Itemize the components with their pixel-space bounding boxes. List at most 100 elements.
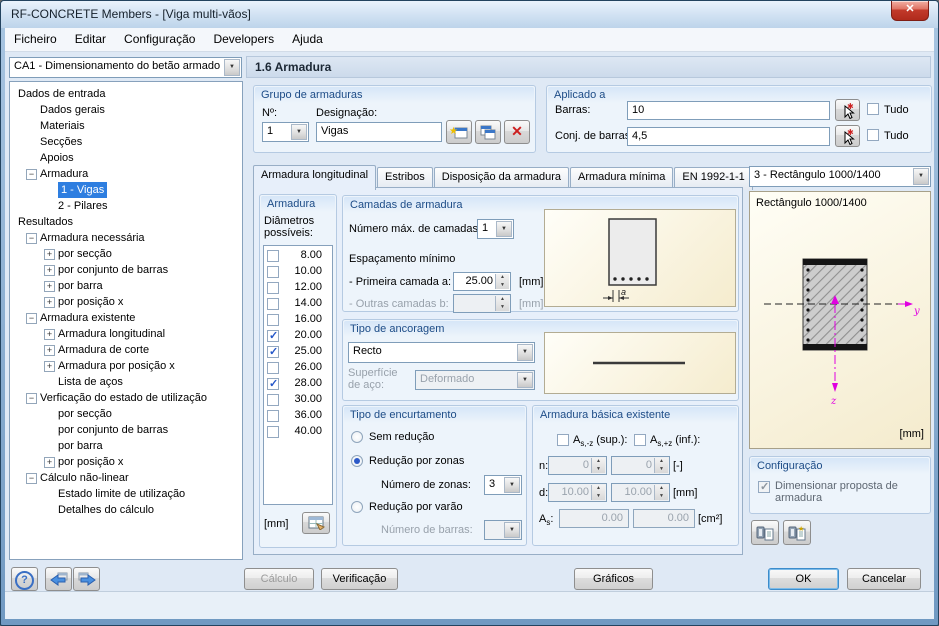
cancel-button[interactable]: Cancelar (847, 568, 921, 590)
tree-item-label-dados-gerais[interactable]: Dados gerais (40, 102, 105, 118)
tree-item-label-armadura-necessaria[interactable]: Armadura necessária (40, 230, 145, 246)
next-dialog-button[interactable] (73, 567, 100, 591)
diameter-checkbox[interactable] (267, 250, 279, 262)
edit-diameters-button[interactable] (302, 512, 330, 534)
tree-expand-icon[interactable]: + (44, 361, 55, 372)
tree-item-label-detalhes-do-calculo[interactable]: Detalhes do cálculo (58, 502, 154, 518)
tree-expand-icon[interactable]: + (44, 281, 55, 292)
zones-number-select[interactable]: 3 ▼ (484, 475, 522, 495)
tree-item-label-materiais[interactable]: Materiais (40, 118, 85, 134)
tree-item-label-armadura-por-posicao-x[interactable]: Armadura por posição x (58, 358, 175, 374)
no-reduction-radio[interactable] (351, 431, 363, 443)
tree-expand-icon[interactable]: + (44, 457, 55, 468)
check-button[interactable]: Verificação (321, 568, 398, 590)
diameter-row[interactable]: 10.00 (264, 264, 332, 280)
max-layers-select[interactable]: 1 ▼ (477, 219, 514, 239)
menu-ficheiro[interactable]: Ficheiro (5, 28, 66, 47)
tree-expand-icon[interactable]: + (44, 249, 55, 260)
tree-item-label-estado-limite-de-utilizacao[interactable]: Estado limite de utilização (58, 486, 185, 502)
design-case-select[interactable]: CA1 - Dimensionamento do betão armado ▼ (9, 57, 242, 78)
tree-collapse-icon[interactable]: − (26, 393, 37, 404)
diameter-row[interactable]: 30.00 (264, 392, 332, 408)
sets-all-checkbox[interactable] (867, 129, 879, 141)
tree-expand-icon[interactable]: + (44, 265, 55, 276)
menu-developers[interactable]: Developers (204, 28, 283, 47)
tree-collapse-icon[interactable]: − (26, 169, 37, 180)
tree-item-label-por-posicao-x[interactable]: por posição x (58, 294, 123, 310)
delete-group-button[interactable]: ✕ (504, 120, 530, 144)
tree-collapse-icon[interactable]: − (26, 313, 37, 324)
tree-item-label-armadura-de-corte[interactable]: Armadura de corte (58, 342, 149, 358)
menu-editar[interactable]: Editar (66, 28, 115, 47)
tree-item-label-resultados[interactable]: Resultados (18, 214, 73, 230)
diameter-checkbox[interactable] (267, 298, 279, 310)
bars-input[interactable]: 10 (627, 101, 830, 120)
diameter-checkbox[interactable] (267, 282, 279, 294)
close-button[interactable]: ✕ (891, 1, 929, 21)
bars-all-checkbox[interactable] (867, 103, 879, 115)
tree-item-label-por-barra[interactable]: por barra (58, 438, 103, 454)
spinner-arrows[interactable]: ▲ ▼ (495, 274, 509, 289)
select-bars-button[interactable]: ✱ (835, 99, 860, 121)
reduction-by-zones-radio[interactable] (351, 455, 363, 467)
tree-item-label-2-pilares[interactable]: 2 - Pilares (58, 198, 108, 214)
tree-expand-icon[interactable]: + (44, 345, 55, 356)
tree-item-label-por-conjunto-de-barras[interactable]: por conjunto de barras (58, 422, 168, 438)
tree-item-label-lista-de-acos[interactable]: Lista de aços (58, 374, 123, 390)
first-layer-spinner[interactable]: 25.00 ▲ ▼ (453, 272, 511, 291)
diameter-row[interactable]: 16.00 (264, 312, 332, 328)
menu-configuracao[interactable]: Configuração (115, 28, 204, 47)
diameter-row[interactable]: 40.00 (264, 424, 332, 440)
tree-item-label-calculo-nao-linear[interactable]: Cálculo não-linear (40, 470, 129, 486)
diameter-row[interactable]: 26.00 (264, 360, 332, 376)
diameter-row[interactable]: 25.00 (264, 344, 332, 360)
tree-collapse-icon[interactable]: − (26, 233, 37, 244)
tree-item-label-seccoes[interactable]: Secções (40, 134, 82, 150)
diameter-row[interactable]: 20.00 (264, 328, 332, 344)
tree-item-label-apoios[interactable]: Apoios (40, 150, 74, 166)
sets-input[interactable]: 4,5 (627, 127, 830, 146)
diameter-row[interactable]: 8.00 (264, 248, 332, 264)
diameter-checkbox[interactable] (267, 330, 279, 342)
diameter-checkbox[interactable] (267, 394, 279, 406)
diameter-checkbox[interactable] (267, 346, 279, 358)
load-default-button[interactable]: ★ (783, 520, 811, 545)
diameter-checkbox[interactable] (267, 362, 279, 374)
bottom-reinforcement-checkbox[interactable] (634, 434, 646, 446)
group-number-select[interactable]: 1 ▼ (262, 122, 309, 142)
diameter-row[interactable]: 14.00 (264, 296, 332, 312)
reduction-by-bar-radio[interactable] (351, 501, 363, 513)
diameter-checkbox[interactable] (267, 378, 279, 390)
designation-input[interactable]: Vigas (316, 122, 442, 142)
tree-item-label-por-barra[interactable]: por barra (58, 278, 103, 294)
tree-item-label-por-conjunto-de-barras[interactable]: por conjunto de barras (58, 262, 168, 278)
diameter-checkbox[interactable] (267, 314, 279, 326)
copy-group-button[interactable] (475, 120, 501, 144)
tree-item-label-dados-de-entrada[interactable]: Dados de entrada (18, 86, 105, 102)
tree-expand-icon[interactable]: + (44, 297, 55, 308)
tree-collapse-icon[interactable]: − (26, 473, 37, 484)
diameter-checkbox[interactable] (267, 266, 279, 278)
menu-ajuda[interactable]: Ajuda (283, 28, 332, 47)
select-sets-button[interactable]: ✱ (835, 125, 860, 147)
save-default-button[interactable] (751, 520, 779, 545)
prev-dialog-button[interactable] (45, 567, 72, 591)
tree-item-label-por-seccao[interactable]: por secção (58, 406, 112, 422)
diameter-row[interactable]: 36.00 (264, 408, 332, 424)
anchorage-type-select[interactable]: Recto ▼ (348, 342, 535, 363)
graphics-button[interactable]: Gráficos (574, 568, 653, 590)
diameter-row[interactable]: 12.00 (264, 280, 332, 296)
top-reinforcement-checkbox[interactable] (557, 434, 569, 446)
tree-item-label-verficacao-do-estado-de-utilizacao[interactable]: Verficação do estado de utilização (40, 390, 207, 406)
tree-item-label-armadura[interactable]: Armadura (40, 166, 88, 182)
ok-button[interactable]: OK (768, 568, 839, 590)
tab-armadura-longitudinal[interactable]: Armadura longitudinal (253, 165, 376, 190)
diameter-checkbox[interactable] (267, 426, 279, 438)
diameter-checkbox[interactable] (267, 410, 279, 422)
diameter-row[interactable]: 28.00 (264, 376, 332, 392)
tree-expand-icon[interactable]: + (44, 329, 55, 340)
tree-item-label-armadura-longitudinal[interactable]: Armadura longitudinal (58, 326, 165, 342)
tree-item-label-por-posicao-x[interactable]: por posição x (58, 454, 123, 470)
new-group-button[interactable]: ★ (446, 120, 472, 144)
tree-item-label-por-seccao[interactable]: por secção (58, 246, 112, 262)
